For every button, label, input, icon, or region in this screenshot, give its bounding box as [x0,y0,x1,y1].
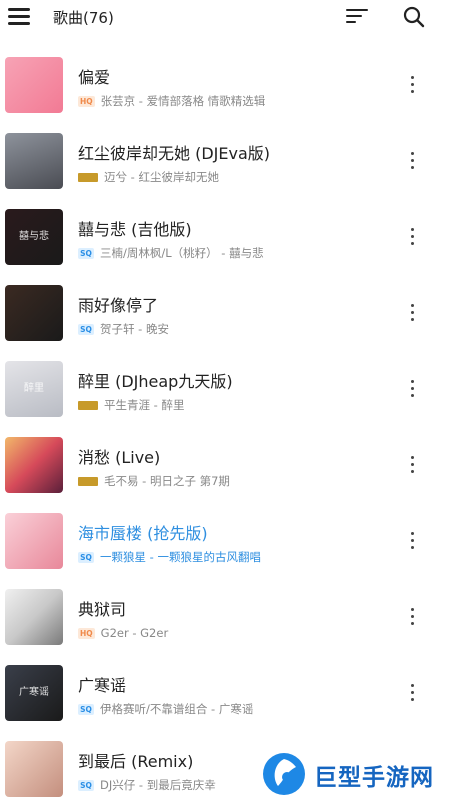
song-title: 偏爱 [78,68,111,87]
song-artist-album: 贺子轩 - 晚安 [100,322,169,336]
album-cover [5,589,63,645]
more-vertical-icon[interactable] [406,152,418,172]
album-cover [5,513,63,569]
quality-badge: SQ [78,323,94,335]
song-title: 雨好像停了 [78,296,159,315]
search-icon[interactable] [402,5,426,29]
song-subtitle-row: HQ 张芸京 - 爱情部落格 情歌精选辑 [78,93,265,109]
song-artist-album: DJ兴仔 - 到最后竟庆幸 [100,778,216,792]
album-cover [5,57,63,113]
song-artist-album: 张芸京 - 爱情部落格 情歌精选辑 [100,94,266,108]
song-title: 囍与悲 (吉他版) [78,220,192,239]
quality-badge-gold-icon [78,476,98,486]
album-cover: 醉里 [5,361,63,417]
quality-badge: HQ [78,95,95,107]
song-subtitle-row: SQ 伊格赛听/不靠谱组合 - 广寒谣 [78,701,253,717]
watermark-logo-icon [263,753,305,795]
song-title: 典狱司 [78,600,127,619]
song-row[interactable]: 偏爱 HQ 张芸京 - 爱情部落格 情歌精选辑 [0,48,450,124]
more-vertical-icon[interactable] [406,684,418,704]
song-row[interactable]: 红尘彼岸却无她 (DJEva版) 迈兮 - 红尘彼岸却无她 [0,124,450,200]
song-row[interactable]: 消愁 (Live) 毛不易 - 明日之子 第7期 [0,428,450,504]
song-subtitle-row: 平生青涯 - 醉里 [78,397,184,413]
watermark-text: 巨型手游网 [314,765,434,791]
song-subtitle-row: 毛不易 - 明日之子 第7期 [78,473,230,489]
song-artist-album: 一颗狼星 - 一颗狼星的古风翻唱 [100,550,261,564]
song-subtitle-row: SQ 贺子轩 - 晚安 [78,321,169,337]
song-title: 红尘彼岸却无她 (DJEva版) [78,144,270,163]
song-artist-album: 三楠/周林枫/L（桃籽） - 囍与悲 [100,246,264,260]
song-row[interactable]: 雨好像停了 SQ 贺子轩 - 晚安 [0,276,450,352]
song-subtitle-row: SQ DJ兴仔 - 到最后竟庆幸 [78,777,216,793]
album-cover [5,285,63,341]
more-vertical-icon[interactable] [406,304,418,324]
page-title: 歌曲(76) [53,9,114,27]
quality-badge: SQ [78,247,94,259]
more-vertical-icon[interactable] [406,228,418,248]
song-row[interactable]: 海市蜃楼 (抢先版) SQ 一颗狼星 - 一颗狼星的古风翻唱 [0,504,450,580]
quality-badge: HQ [78,627,95,639]
song-row[interactable]: 囍与悲 囍与悲 (吉他版) SQ 三楠/周林枫/L（桃籽） - 囍与悲 [0,200,450,276]
song-artist-album: G2er - G2er [100,626,169,640]
album-cover: 广寒谣 [5,665,63,721]
album-cover-text: 囍与悲 [19,231,49,242]
album-cover-text: 醉里 [24,383,44,394]
song-subtitle-row: 迈兮 - 红尘彼岸却无她 [78,169,219,185]
hamburger-menu-icon[interactable] [8,6,32,28]
quality-badge-gold-icon [78,400,98,410]
more-vertical-icon[interactable] [406,380,418,400]
song-artist-album: 迈兮 - 红尘彼岸却无她 [104,170,219,184]
more-vertical-icon[interactable] [406,456,418,476]
song-subtitle-row: SQ 一颗狼星 - 一颗狼星的古风翻唱 [78,549,261,565]
quality-badge: SQ [78,551,94,563]
more-vertical-icon[interactable] [406,76,418,96]
song-artist-album: 毛不易 - 明日之子 第7期 [104,474,230,488]
song-title: 到最后 (Remix) [78,752,194,771]
song-title: 消愁 (Live) [78,448,161,467]
quality-badge: SQ [78,703,94,715]
more-vertical-icon[interactable] [406,532,418,552]
song-artist-album: 平生青涯 - 醉里 [104,398,185,412]
song-row[interactable]: 广寒谣 广寒谣 SQ 伊格赛听/不靠谱组合 - 广寒谣 [0,656,450,732]
watermark: 巨型手游网 [258,748,450,800]
song-title: 海市蜃楼 (抢先版) [78,524,208,543]
song-subtitle-row: SQ 三楠/周林枫/L（桃籽） - 囍与悲 [78,245,264,261]
song-row[interactable]: 典狱司 HQ G2er - G2er [0,580,450,656]
song-list: 偏爱 HQ 张芸京 - 爱情部落格 情歌精选辑红尘彼岸却无她 (DJEva版) 迈兮 … [0,48,450,808]
sort-icon[interactable] [346,7,370,27]
song-subtitle-row: HQ G2er - G2er [78,625,168,641]
album-cover [5,133,63,189]
quality-badge-gold-icon [78,172,98,182]
album-cover: 囍与悲 [5,209,63,265]
album-cover [5,437,63,493]
quality-badge: SQ [78,779,94,791]
app-header: 歌曲(76) [0,0,450,36]
album-cover-text: 广寒谣 [19,687,49,698]
song-row[interactable]: 醉里 醉里 (DJheap九天版) 平生青涯 - 醉里 [0,352,450,428]
song-artist-album: 伊格赛听/不靠谱组合 - 广寒谣 [100,702,254,716]
more-vertical-icon[interactable] [406,608,418,628]
album-cover [5,741,63,797]
song-title: 醉里 (DJheap九天版) [78,372,233,391]
song-title: 广寒谣 [78,676,127,695]
